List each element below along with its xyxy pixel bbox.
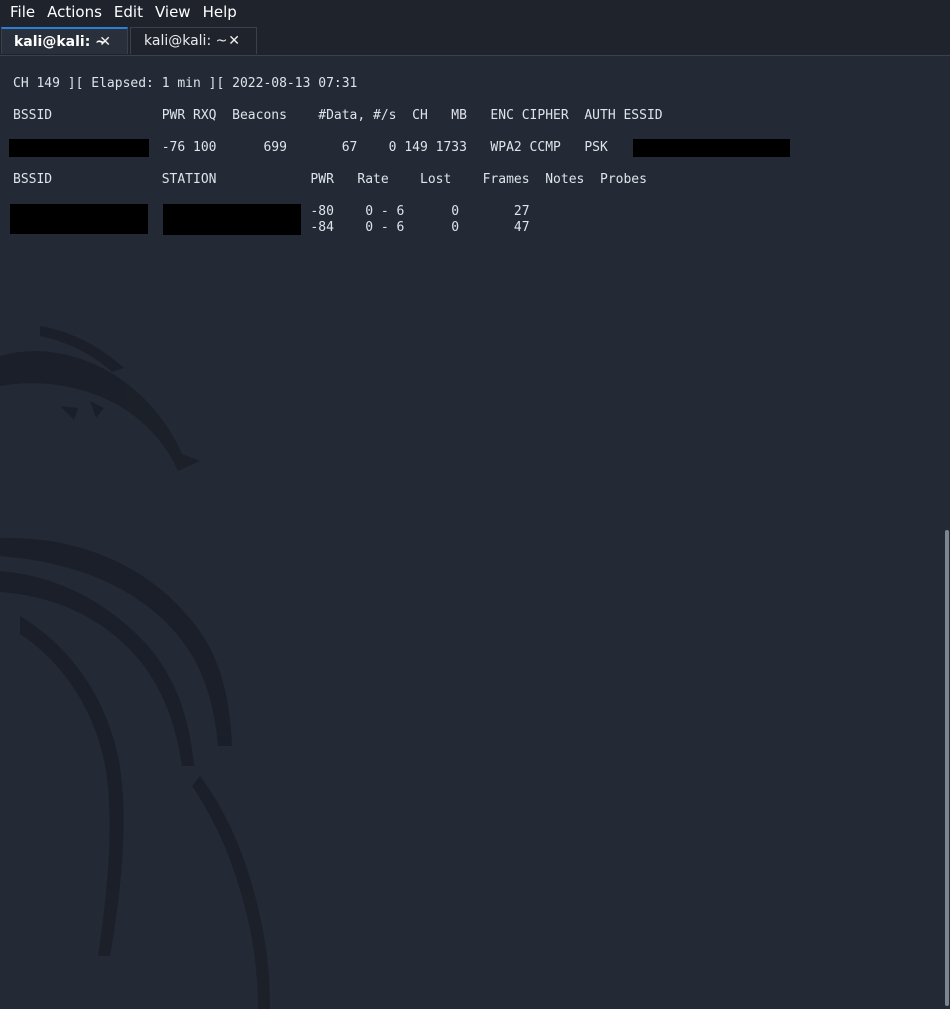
scrollbar[interactable] (945, 530, 949, 1006)
redacted-bssid (10, 204, 148, 234)
tab-bar: kali@kali: ~ ✕ kali@kali: ~ ✕ (0, 24, 950, 56)
redacted-bssid (9, 139, 149, 157)
status-line: CH 149 ][ Elapsed: 1 min ][ 2022-08-13 0… (13, 76, 358, 91)
redacted-essid (633, 139, 790, 157)
menu-bar: File Actions Edit View Help (0, 0, 950, 24)
station-table-header: BSSID STATION PWR Rate Lost Frames Notes… (13, 172, 647, 187)
terminal-output[interactable]: CH 149 ][ Elapsed: 1 min ][ 2022-08-13 0… (0, 56, 950, 1009)
kali-dragon-watermark-icon (0, 326, 270, 1009)
tab-terminal-2[interactable]: kali@kali: ~ ✕ (130, 27, 257, 54)
close-icon[interactable]: ✕ (99, 34, 111, 50)
menu-edit[interactable]: Edit (108, 0, 149, 24)
menu-file[interactable]: File (4, 0, 41, 24)
menu-help[interactable]: Help (197, 0, 243, 24)
menu-view[interactable]: View (149, 0, 197, 24)
redacted-station (163, 204, 301, 235)
tab-terminal-1[interactable]: kali@kali: ~ ✕ (1, 27, 128, 54)
close-icon[interactable]: ✕ (228, 33, 240, 49)
ap-table-header: BSSID PWR RXQ Beacons #Data, #/s CH MB E… (13, 108, 663, 123)
menu-actions[interactable]: Actions (41, 0, 108, 24)
tab-label: kali@kali: ~ (144, 33, 228, 49)
tab-label: kali@kali: ~ (14, 33, 107, 50)
